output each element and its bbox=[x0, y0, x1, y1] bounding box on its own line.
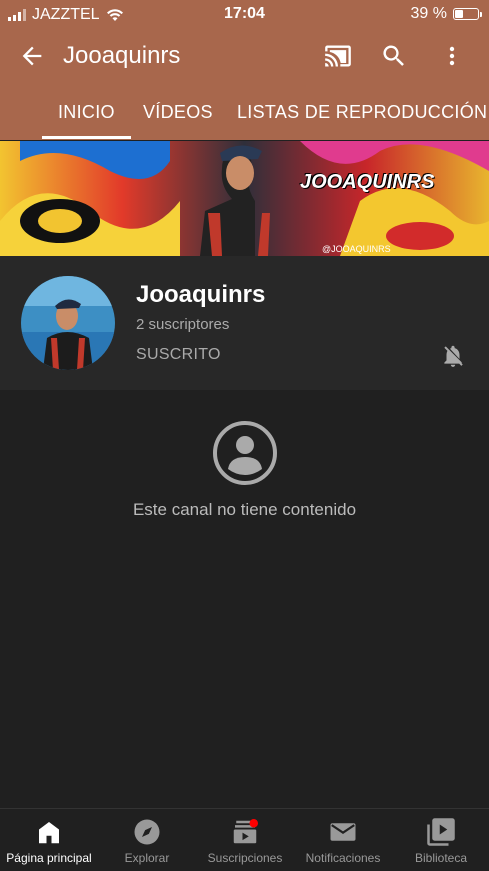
channel-banner: JOOAQUINRS @JOOAQUINRS bbox=[0, 141, 489, 256]
tab-videos[interactable]: VÍDEOS bbox=[143, 102, 213, 123]
subscriber-count: 2 suscriptores bbox=[136, 316, 230, 333]
nav-subscriptions-label: Suscripciones bbox=[207, 851, 283, 865]
mail-icon bbox=[330, 823, 356, 841]
nav-notifications[interactable]: Notificaciones bbox=[294, 809, 392, 871]
channel-avatar[interactable] bbox=[21, 276, 115, 370]
compass-icon bbox=[134, 819, 160, 845]
nav-subscriptions[interactable]: Suscripciones bbox=[196, 809, 294, 871]
banner-watermark: JOOAQUINRS bbox=[300, 171, 435, 193]
nav-library[interactable]: Biblioteca bbox=[392, 809, 489, 871]
channel-tabs: INICIO VÍDEOS LISTAS DE REPRODUCCIÓN bbox=[0, 88, 489, 140]
nav-home-label: Página principal bbox=[6, 851, 92, 865]
battery-icon bbox=[453, 8, 482, 20]
status-bar: JAZZTEL 17:04 39 % bbox=[0, 0, 489, 30]
page-title: Jooaquinrs bbox=[63, 42, 181, 69]
nav-home[interactable]: Página principal bbox=[0, 809, 98, 871]
search-icon[interactable] bbox=[380, 42, 408, 70]
subscribed-button[interactable]: SUSCRITO bbox=[136, 346, 221, 364]
tab-inicio[interactable]: INICIO bbox=[42, 102, 131, 139]
account-circle-icon bbox=[212, 421, 277, 485]
more-options-icon[interactable] bbox=[440, 42, 464, 70]
nav-explore-label: Explorar bbox=[124, 851, 170, 865]
channel-name: Jooaquinrs bbox=[136, 281, 266, 308]
tab-playlists[interactable]: LISTAS DE REPRODUCCIÓN bbox=[237, 102, 487, 123]
nav-library-label: Biblioteca bbox=[414, 851, 468, 865]
app-header: JAZZTEL 17:04 39 % Jooaquinrs INICIO VÍD… bbox=[0, 0, 489, 140]
subscriptions-icon bbox=[233, 819, 258, 844]
back-arrow-icon[interactable] bbox=[18, 42, 46, 70]
cast-icon[interactable] bbox=[322, 42, 354, 70]
banner-graffiti-art bbox=[0, 141, 489, 256]
library-icon bbox=[427, 818, 455, 846]
home-icon bbox=[39, 822, 59, 844]
channel-topbar: Jooaquinrs bbox=[0, 34, 489, 78]
notifications-off-icon[interactable] bbox=[440, 342, 466, 368]
empty-state: Este canal no tiene contenido bbox=[0, 420, 489, 520]
channel-info: Jooaquinrs 2 suscriptores SUSCRITO bbox=[0, 256, 489, 390]
nav-notifications-label: Notificaciones bbox=[305, 851, 381, 865]
battery-percent: 39 % bbox=[410, 5, 447, 22]
empty-message: Este canal no tiene contenido bbox=[132, 500, 357, 519]
bottom-navigation: Página principal Explorar Suscripciones … bbox=[0, 808, 489, 871]
banner-handle: @JOOAQUINRS bbox=[322, 244, 391, 254]
nav-explore[interactable]: Explorar bbox=[98, 809, 196, 871]
battery-status: 39 % bbox=[410, 5, 482, 23]
